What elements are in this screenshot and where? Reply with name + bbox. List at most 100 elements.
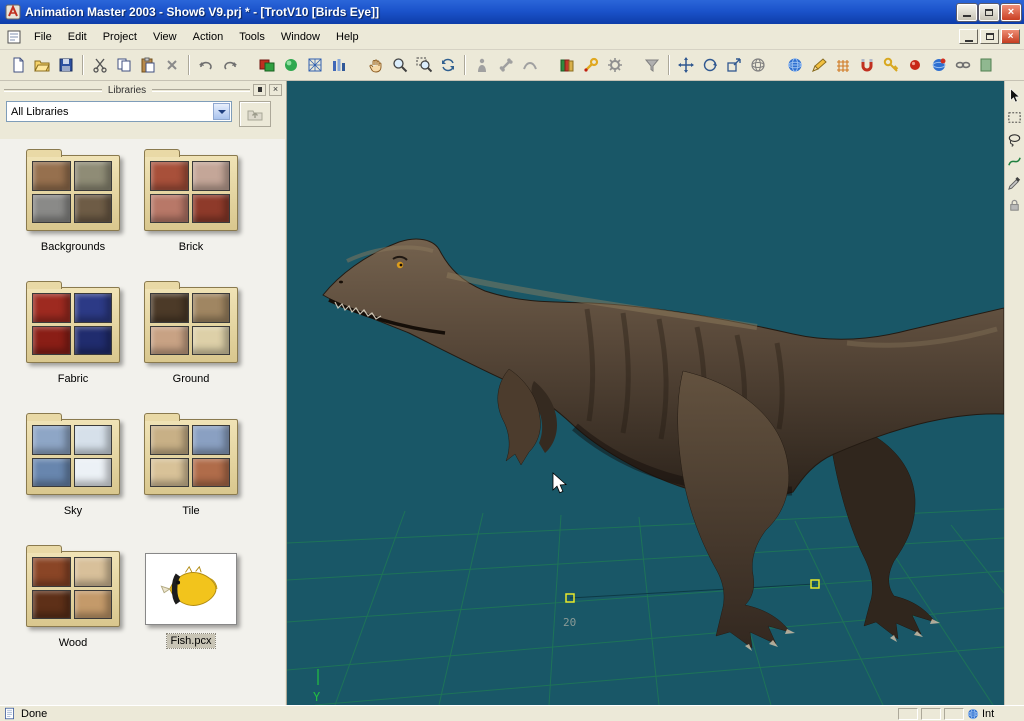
libraries-panel: Libraries × All Libraries BackgroundsBri… [0,81,287,705]
wireframe-button[interactable] [303,53,327,77]
scale-manip-button[interactable] [722,53,746,77]
skeleton-button[interactable] [494,53,518,77]
panel-close-button[interactable]: × [269,84,282,96]
menu-project[interactable]: Project [95,27,145,47]
lasso-select-button[interactable] [1006,130,1024,148]
wrench-button[interactable] [579,53,603,77]
library-dropdown[interactable]: All Libraries [6,101,232,122]
close-button[interactable]: × [1001,4,1021,21]
viewport-canvas[interactable]: 20 Y [287,81,1004,705]
texture-thumbnail [74,557,113,587]
library-item-wood[interactable]: Wood [14,545,132,677]
library-item-fish-pcx[interactable]: Fish.pcx [132,545,250,677]
menu-tools[interactable]: Tools [231,27,273,47]
grid-snap-button[interactable] [831,53,855,77]
trex-model[interactable] [323,239,1004,651]
pencil-button[interactable] [807,53,831,77]
shaded-button[interactable] [279,53,303,77]
model-button[interactable] [470,53,494,77]
render-button[interactable] [255,53,279,77]
save-button[interactable] [54,53,78,77]
curve-select-button[interactable] [1006,152,1024,170]
mdi-minimize-button[interactable] [959,29,978,44]
clipped-icon [979,57,995,73]
library-item-ground[interactable]: Ground [132,281,250,413]
status-pane [944,708,964,720]
viewport[interactable]: 20 Y [287,81,1004,705]
menu-view[interactable]: View [145,27,185,47]
texture-thumbnail [150,194,189,224]
texture-thumbnail [32,425,71,455]
eyedropper-icon [1007,176,1022,191]
save-icon [58,57,74,73]
lock-icon [1007,198,1022,213]
books-icon [559,57,575,73]
scale-manip-icon [726,57,742,73]
move-manip-button[interactable] [674,53,698,77]
mdi-restore-button[interactable] [980,29,999,44]
eyedropper-button[interactable] [1006,174,1024,192]
key-button[interactable] [879,53,903,77]
globe-button[interactable] [783,53,807,77]
minimize-button[interactable] [957,4,977,21]
menu-help[interactable]: Help [328,27,367,47]
muscle-icon [522,57,538,73]
folder-icon [26,419,120,495]
clipped-button[interactable] [975,53,999,77]
rotate-manip-button[interactable] [698,53,722,77]
texture-thumbnail [192,161,231,191]
globe-red-button[interactable] [927,53,951,77]
zoom-region-button[interactable] [412,53,436,77]
red-dot-button[interactable] [903,53,927,77]
library-item-backgrounds[interactable]: Backgrounds [14,149,132,281]
lock-button[interactable] [1006,196,1024,214]
svg-text:Y: Y [313,690,321,704]
menu-action[interactable]: Action [185,27,232,47]
y-axis-indicator: Y [313,669,321,704]
library-item-fabric[interactable]: Fabric [14,281,132,413]
menu-window[interactable]: Window [273,27,328,47]
link-icon [955,57,971,73]
link-button[interactable] [951,53,975,77]
mdi-close-button[interactable]: × [1001,29,1020,44]
turn-button[interactable] [436,53,460,77]
delete-button[interactable] [160,53,184,77]
globe-grid-button[interactable] [746,53,770,77]
paste-button[interactable] [136,53,160,77]
library-item-tile[interactable]: Tile [132,413,250,545]
funnel-button[interactable] [640,53,664,77]
texture-thumbnail [74,293,113,323]
status-pane [921,708,941,720]
panel-pin-button[interactable] [253,84,266,96]
new-button[interactable] [6,53,30,77]
library-item-brick[interactable]: Brick [132,149,250,281]
menu-file[interactable]: File [26,27,60,47]
open-button[interactable] [30,53,54,77]
books-button[interactable] [555,53,579,77]
texture-thumbnail [150,326,189,356]
pan-button[interactable] [364,53,388,77]
marquee-select-button[interactable] [1006,108,1024,126]
restore-button[interactable] [979,4,999,21]
cut-button[interactable] [88,53,112,77]
restore-icon [985,9,993,16]
select-arrow-button[interactable] [1006,86,1024,104]
mouse-cursor [553,473,566,493]
magnet-button[interactable] [855,53,879,77]
copy-button[interactable] [112,53,136,77]
folder-icon [26,551,120,627]
menu-edit[interactable]: Edit [60,27,95,47]
library-item-sky[interactable]: Sky [14,413,132,545]
folder-icon [26,287,120,363]
gear-button[interactable] [603,53,627,77]
muscle-button[interactable] [518,53,542,77]
undo-button[interactable] [194,53,218,77]
dropdown-arrow-icon[interactable] [213,103,230,120]
title-bar: Animation Master 2003 - Show6 V9.prj * -… [0,0,1024,24]
redo-button[interactable] [218,53,242,77]
toolbar-separator [188,55,190,75]
bars-button[interactable] [327,53,351,77]
up-button[interactable] [239,101,271,127]
zoom-button[interactable] [388,53,412,77]
main-toolbar [0,50,1024,81]
